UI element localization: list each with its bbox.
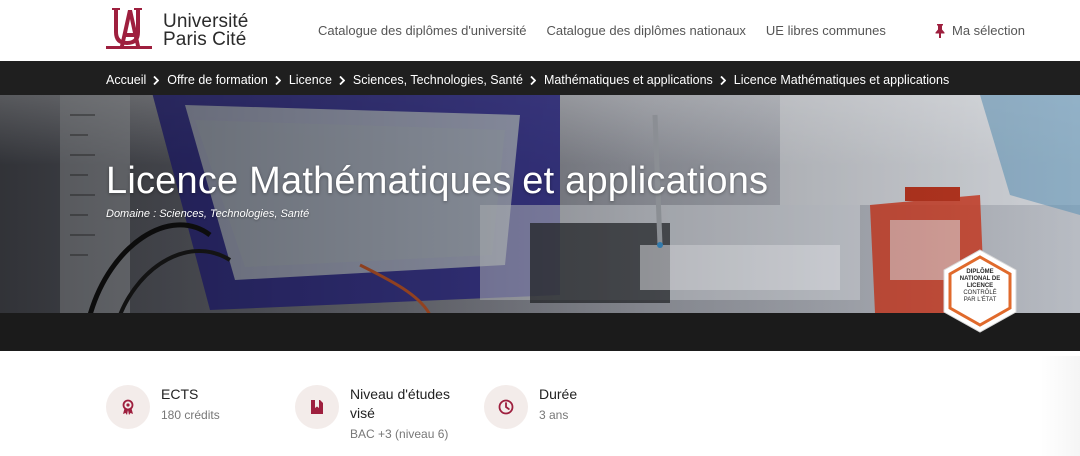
my-selection-label: Ma sélection bbox=[952, 23, 1025, 38]
breadcrumb: Accueil Offre de formation Licence Scien… bbox=[106, 73, 949, 87]
chevron-right-icon bbox=[339, 75, 345, 85]
ects-label: ECTS bbox=[161, 386, 199, 402]
lab-equipment-photo bbox=[0, 95, 1080, 313]
right-edge-shadow bbox=[1040, 356, 1080, 456]
nav-link-diplomes-nationaux[interactable]: Catalogue des diplômes nationaux bbox=[546, 23, 745, 38]
logo-text: Université Paris Cité bbox=[163, 12, 248, 50]
chevron-right-icon bbox=[275, 75, 281, 85]
diplome-national-badge: DIPLÔME NATIONAL DE LICENCE CONTRÔLÉ PAR… bbox=[941, 248, 1019, 334]
breadcrumb-item-licence[interactable]: Licence bbox=[289, 73, 332, 87]
nav-link-diplomes-universite[interactable]: Catalogue des diplômes d'université bbox=[318, 23, 526, 38]
breadcrumb-item-mention[interactable]: Mathématiques et applications bbox=[544, 73, 713, 87]
breadcrumb-item-domaine[interactable]: Sciences, Technologies, Santé bbox=[353, 73, 523, 87]
badge-line4: CONTRÔLÉ bbox=[963, 290, 997, 296]
my-selection-link[interactable]: Ma sélection bbox=[934, 23, 1025, 38]
award-icon bbox=[122, 399, 134, 415]
clock-icon bbox=[498, 399, 514, 415]
ects-icon-circle bbox=[106, 385, 150, 429]
hero-bottom-band bbox=[0, 313, 1080, 351]
breadcrumb-item-current: Licence Mathématiques et applications bbox=[733, 73, 950, 87]
badge-line5: PAR L'ÉTAT bbox=[963, 297, 997, 303]
page-title: Licence Mathématiques et applications bbox=[106, 160, 769, 202]
breadcrumb-item-accueil[interactable]: Accueil bbox=[106, 73, 146, 87]
logo-mark-icon bbox=[106, 8, 152, 49]
info-ects: ECTS 180 crédits bbox=[106, 385, 220, 429]
chevron-right-icon bbox=[720, 75, 726, 85]
site-header: Université Paris Cité Catalogue des dipl… bbox=[0, 0, 1080, 61]
duree-label: Durée bbox=[539, 386, 578, 402]
domain-subtitle: Domaine : Sciences, Technologies, Santé bbox=[106, 208, 310, 220]
chevron-right-icon bbox=[530, 75, 536, 85]
chevron-right-icon bbox=[153, 75, 160, 85]
book-icon bbox=[311, 400, 323, 414]
badge-line3: LICENCE bbox=[966, 283, 994, 289]
logo-line2: Paris Cité bbox=[163, 29, 247, 50]
nav-link-ue-libres[interactable]: UE libres communes bbox=[766, 23, 886, 38]
info-niveau: Niveau d'études visé BAC +3 (niveau 6) bbox=[295, 385, 460, 441]
breadcrumb-item-offre[interactable]: Offre de formation bbox=[167, 73, 268, 87]
pin-icon bbox=[935, 23, 945, 38]
duree-icon-circle bbox=[484, 385, 528, 429]
niveau-label: Niveau d'études visé bbox=[350, 386, 450, 421]
info-duree: Durée 3 ans bbox=[484, 385, 577, 429]
niveau-value: BAC +3 (niveau 6) bbox=[350, 427, 449, 441]
hero-banner: Licence Mathématiques et applications Do… bbox=[0, 95, 1080, 313]
breadcrumb-bar: Accueil Offre de formation Licence Scien… bbox=[0, 61, 1080, 95]
badge-text: DIPLÔME NATIONAL DE LICENCE CONTRÔLÉ PAR… bbox=[941, 269, 1019, 304]
badge-line2: NATIONAL DE bbox=[959, 276, 1001, 282]
duree-value: 3 ans bbox=[539, 408, 569, 422]
badge-line1: DIPLÔME bbox=[966, 269, 994, 275]
niveau-icon-circle bbox=[295, 385, 339, 429]
university-logo[interactable]: Université Paris Cité bbox=[106, 6, 256, 52]
ects-value: 180 crédits bbox=[161, 408, 220, 422]
main-nav: Catalogue des diplômes d'université Cata… bbox=[318, 23, 886, 38]
